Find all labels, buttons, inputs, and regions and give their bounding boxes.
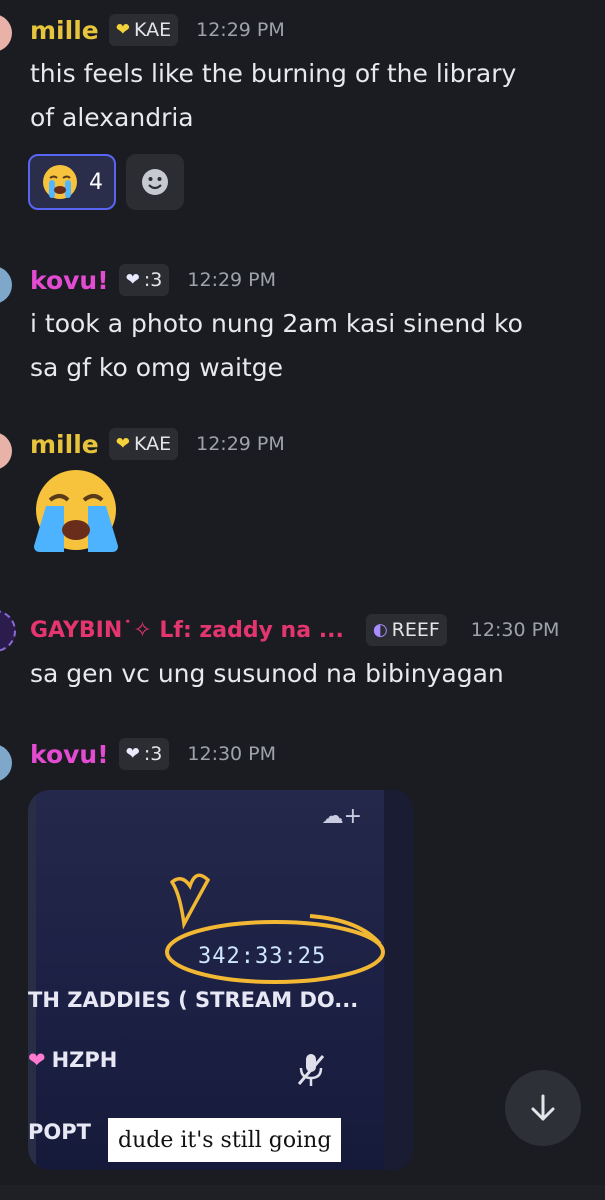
message-line: sa gen vc ung susunod na bibinyagan — [30, 659, 504, 688]
loudly-crying-face-icon — [34, 470, 118, 552]
role-tag[interactable]: ❤ :3 — [118, 738, 170, 770]
message-header: mille ❤ KAE 12:29 PM — [30, 14, 285, 46]
user-tag-label: HZPH — [51, 1048, 118, 1072]
message-header: kovu! ❤ :3 12:29 PM — [30, 264, 276, 296]
timestamp: 12:29 PM — [196, 433, 285, 455]
reaction-count: 4 — [89, 169, 103, 195]
add-reaction-button[interactable] — [126, 154, 184, 210]
jump-to-bottom-button[interactable] — [505, 1070, 581, 1146]
timestamp: 12:30 PM — [187, 743, 277, 765]
moon-icon: ◐ — [372, 620, 388, 640]
yellow-heart-icon: ❤ — [115, 434, 130, 454]
message-text: i took a photo nung 2am kasi sinend ko s… — [30, 302, 590, 390]
white-heart-icon: ❤ — [125, 270, 140, 290]
reaction-button[interactable]: 4 — [28, 154, 116, 210]
avatar[interactable] — [0, 266, 12, 304]
avatar[interactable] — [0, 432, 12, 470]
avatar[interactable] — [0, 14, 12, 52]
username[interactable]: kovu! — [30, 266, 109, 295]
image-caption: dude it's still going — [108, 1118, 342, 1162]
white-heart-icon: ❤ — [125, 744, 140, 764]
role-tag[interactable]: ❤ KAE — [108, 428, 179, 460]
avatar[interactable] — [0, 744, 12, 782]
message-header: GAYBIN˙✧ Lf: zaddy na ... ◐ REEF 12:30 P… — [30, 614, 559, 646]
username[interactable]: GAYBIN˙✧ Lf: zaddy na ... — [30, 618, 344, 643]
timestamp: 12:30 PM — [470, 619, 560, 641]
message-header: mille ❤ KAE 12:29 PM — [30, 428, 285, 460]
message-line: i took a photo nung 2am kasi sinend ko — [30, 309, 523, 338]
tag-label: :3 — [143, 269, 163, 291]
role-tag[interactable]: ◐ REEF — [365, 614, 447, 646]
username[interactable]: kovu! — [30, 740, 109, 769]
role-tag[interactable]: ❤ :3 — [118, 264, 170, 296]
stream-timer: 342:33:25 — [198, 944, 327, 969]
stream-title: TH ZADDIES ( STREAM DO... — [28, 988, 359, 1012]
pink-heart-icon: ❤ — [28, 1048, 46, 1072]
user-label: POPT — [28, 1120, 91, 1144]
message-line: sa gf ko omg waitge — [30, 353, 283, 382]
message-text: sa gen vc ung susunod na bibinyagan — [30, 652, 590, 696]
add-user-icon: ☁+ — [321, 804, 362, 829]
user-tag: ❤ HZPH — [28, 1048, 117, 1072]
tag-label: KAE — [133, 433, 172, 455]
timestamp: 12:29 PM — [196, 19, 285, 41]
message-line: this feels like the burning of the libra… — [30, 59, 517, 88]
muted-mic-icon — [297, 1054, 325, 1086]
username[interactable]: mille — [30, 430, 99, 459]
tag-label: REEF — [391, 619, 440, 641]
username[interactable]: mille — [30, 16, 99, 45]
message-line: of alexandria — [30, 103, 194, 132]
tag-label: :3 — [143, 743, 163, 765]
heart-scribble-icon — [165, 873, 385, 984]
timestamp: 12:29 PM — [187, 269, 277, 291]
role-tag[interactable]: ❤ KAE — [108, 14, 179, 46]
tag-label: KAE — [133, 19, 172, 41]
message-text: this feels like the burning of the libra… — [30, 52, 590, 140]
arrow-down-icon — [531, 1094, 555, 1121]
yellow-heart-icon: ❤ — [115, 20, 130, 40]
crying-face-icon — [43, 165, 77, 199]
message-header: kovu! ❤ :3 12:30 PM — [30, 738, 276, 770]
smiley-icon — [142, 169, 168, 195]
avatar[interactable] — [0, 610, 16, 652]
image-edge — [28, 790, 36, 1170]
bottom-bar — [0, 1185, 605, 1200]
